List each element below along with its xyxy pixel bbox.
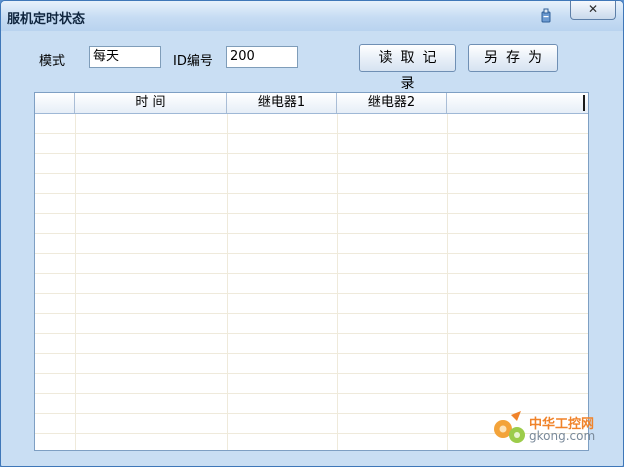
watermark-logo: 中华工控网 gkong.com bbox=[489, 409, 619, 459]
header-cell-index[interactable] bbox=[35, 93, 75, 113]
close-button[interactable]: ✕ bbox=[570, 1, 616, 20]
table-row[interactable] bbox=[35, 354, 588, 374]
column-divider bbox=[75, 114, 76, 450]
read-records-button[interactable]: 读取记录 bbox=[359, 44, 456, 92]
save-as-button[interactable]: 另存为 bbox=[468, 44, 558, 72]
table-body bbox=[35, 114, 588, 450]
id-field[interactable]: 200 bbox=[226, 46, 298, 68]
mode-field[interactable]: 每天 bbox=[89, 46, 161, 68]
table-row[interactable] bbox=[35, 234, 588, 254]
header-cell-time[interactable]: 时 间 bbox=[75, 93, 227, 113]
pin-icon[interactable] bbox=[539, 8, 553, 24]
header-cell-relay1[interactable]: 继电器1 bbox=[227, 93, 337, 113]
column-resize-handle[interactable] bbox=[583, 95, 585, 111]
table-row[interactable] bbox=[35, 294, 588, 314]
header-cell-empty bbox=[447, 93, 588, 113]
table-row[interactable] bbox=[35, 314, 588, 334]
table-row[interactable] bbox=[35, 134, 588, 154]
records-table[interactable]: 时 间 继电器1 继电器2 bbox=[34, 92, 589, 451]
watermark-url: gkong.com bbox=[529, 429, 596, 443]
table-row[interactable] bbox=[35, 254, 588, 274]
window-title: 服机定时状态 bbox=[7, 12, 86, 27]
table-row[interactable] bbox=[35, 114, 588, 134]
main-window: 服机定时状态 ✕ 模式 每天 ID编号 200 读取记录 另存为 时 间 继电器… bbox=[0, 0, 624, 467]
gear-icon bbox=[494, 411, 525, 443]
mode-label: 模式 bbox=[39, 54, 66, 69]
table-row[interactable] bbox=[35, 174, 588, 194]
table-row[interactable] bbox=[35, 154, 588, 174]
table-row[interactable] bbox=[35, 374, 588, 394]
table-row[interactable] bbox=[35, 214, 588, 234]
header-cell-relay2[interactable]: 继电器2 bbox=[337, 93, 447, 113]
title-bar[interactable]: 服机定时状态 ✕ bbox=[1, 1, 623, 31]
table-row[interactable] bbox=[35, 194, 588, 214]
table-row[interactable] bbox=[35, 274, 588, 294]
column-divider bbox=[447, 114, 448, 450]
client-area: 模式 每天 ID编号 200 读取记录 另存为 时 间 继电器1 继电器2 bbox=[6, 31, 617, 462]
column-divider bbox=[227, 114, 228, 450]
id-label: ID编号 bbox=[173, 54, 213, 69]
table-header: 时 间 继电器1 继电器2 bbox=[35, 93, 588, 114]
table-row[interactable] bbox=[35, 334, 588, 354]
column-divider bbox=[337, 114, 338, 450]
